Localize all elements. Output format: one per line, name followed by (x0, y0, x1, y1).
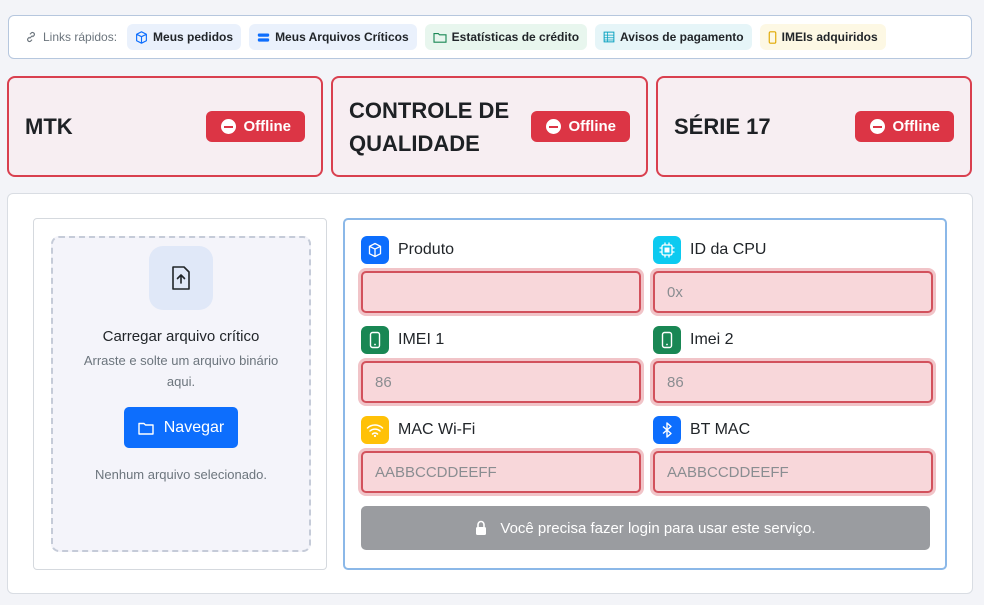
service-card-serie-17: SÉRIE 17 Offline (656, 76, 972, 177)
quick-link-payment-notices[interactable]: Avisos de pagamento (595, 24, 752, 50)
upload-subtitle: Arraste e solte um arquivo binário aqui. (83, 353, 279, 389)
box-icon (361, 236, 389, 264)
main-panel: Carregar arquivo crítico Arraste e solte… (7, 193, 973, 594)
service-card-quality-control: CONTROLE DE QUALIDADE Offline (331, 76, 648, 177)
field-imei-1: IMEI 1 (361, 325, 641, 403)
service-card-mtk: MTK Offline (7, 76, 323, 177)
dash-circle-icon (545, 119, 561, 134)
field-bt-mac: BT MAC (653, 415, 933, 493)
quick-link-critical-files[interactable]: Meus Arquivos Críticos (249, 24, 417, 50)
wifi-mac-input[interactable] (361, 451, 641, 493)
service-name: CONTROLE DE QUALIDADE (349, 97, 510, 156)
phone-icon (768, 30, 776, 44)
quick-link-orders[interactable]: Meus pedidos (127, 24, 242, 50)
link-icon (27, 31, 35, 43)
quick-link-purchased-imeis[interactable]: IMEIs adquiridos (759, 24, 886, 50)
bt-mac-input[interactable] (653, 451, 933, 493)
imei-1-input[interactable] (361, 361, 641, 403)
upload-title: Carregar arquivo crítico (102, 328, 260, 345)
wifi-icon (361, 416, 389, 444)
browse-button[interactable]: Navegar (124, 407, 238, 448)
cpu-id-input[interactable] (653, 271, 933, 313)
quick-link-credit-stats[interactable]: Estatísticas de crédito (424, 24, 588, 50)
service-name: SÉRIE 17 (674, 114, 771, 139)
folder-icon (138, 422, 154, 435)
field-cpu-id: ID da CPU (653, 235, 933, 313)
field-imei-2: Imei 2 (653, 325, 933, 403)
phone-icon (361, 326, 389, 354)
field-wifi-mac: MAC Wi-Fi (361, 415, 641, 493)
file-dropzone[interactable]: Carregar arquivo crítico Arraste e solte… (51, 236, 311, 552)
device-form: Produto ID da CPU IMEI 1 (343, 218, 947, 570)
folder-icon (433, 33, 447, 43)
box-icon (136, 30, 147, 44)
bluetooth-icon (653, 416, 681, 444)
table-icon (603, 31, 615, 43)
login-required-button[interactable]: Você precisa fazer login para usar este … (361, 506, 930, 550)
field-product: Produto (361, 235, 641, 313)
status-badge: Offline (854, 111, 954, 142)
lock-icon (476, 520, 487, 535)
status-badge: Offline (205, 111, 305, 142)
file-upload-icon (149, 246, 213, 310)
product-input[interactable] (361, 271, 641, 313)
quick-links-bar: Links rápidos: Meus pedidos Meus Arquivo… (8, 15, 972, 59)
database-icon (257, 32, 270, 42)
imei-2-input[interactable] (653, 361, 933, 403)
status-badge: Offline (530, 111, 630, 142)
no-file-text: Nenhum arquivo selecionado. (95, 467, 267, 482)
upload-panel: Carregar arquivo crítico Arraste e solte… (33, 218, 327, 570)
dash-circle-icon (220, 119, 236, 134)
quick-links-title: Links rápidos: (25, 30, 117, 44)
service-name: MTK (25, 114, 73, 139)
phone-icon (653, 326, 681, 354)
dash-circle-icon (869, 119, 885, 134)
cpu-icon (653, 236, 681, 264)
